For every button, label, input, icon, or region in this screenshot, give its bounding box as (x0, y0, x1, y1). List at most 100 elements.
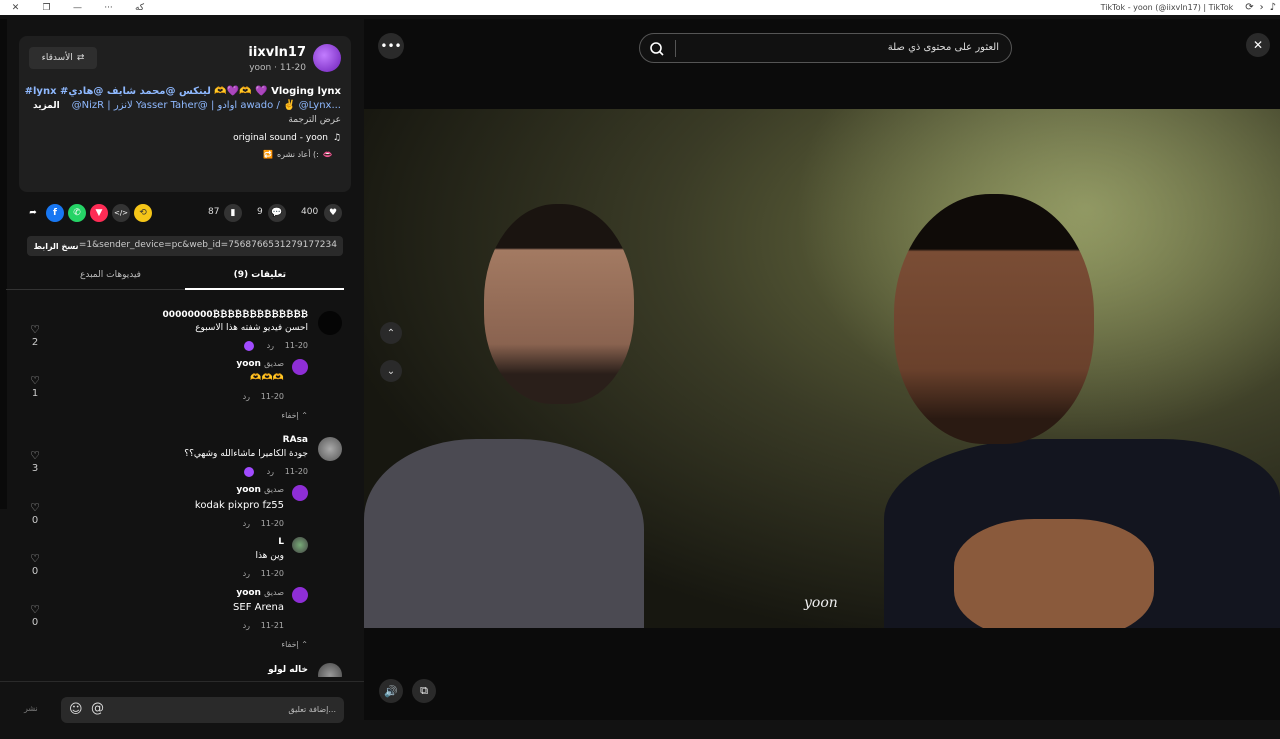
comment-icon[interactable]: 💬 (268, 204, 286, 222)
avatar[interactable] (292, 359, 308, 375)
close-window-icon[interactable]: ✕ (0, 0, 31, 15)
reload-icon[interactable]: ⟳ (1245, 2, 1253, 13)
reply-link[interactable]: رد (243, 392, 250, 401)
music-note-icon: ♫ (332, 133, 341, 143)
reply-link[interactable]: رد (243, 519, 250, 528)
bookmark-icon[interactable]: ▮ (224, 204, 242, 222)
reply-author[interactable]: yoon صديق (236, 359, 284, 369)
like-button[interactable]: ♡ 0 (28, 603, 42, 628)
copy-link-button[interactable]: نسخ الرابط (27, 236, 85, 256)
post-button[interactable]: نشر (24, 704, 38, 713)
heart-outline-icon: ♡ (30, 552, 40, 565)
reposted-text: أعاد نشره (: (276, 150, 319, 159)
restore-window-icon[interactable]: ❐ (31, 0, 62, 15)
whatsapp-share-icon[interactable]: ✆ (68, 204, 86, 222)
chevron-down-icon[interactable]: ⌄ (380, 360, 402, 382)
emoji-icon[interactable]: ☺ (69, 702, 83, 717)
heart-icon[interactable]: ♥ (324, 204, 342, 222)
reply-author-name: yoon (236, 359, 261, 369)
video-player[interactable]: yoon (364, 109, 1280, 628)
avatar[interactable] (292, 537, 308, 553)
sound-name: original sound - yoon (233, 133, 328, 143)
telegram-share-icon[interactable]: ▼ (90, 204, 108, 222)
username[interactable]: iixvln17 (248, 45, 306, 60)
reply-author-name: yoon (236, 485, 261, 495)
repost-share-icon[interactable]: ⟲ (134, 204, 152, 222)
chevron-up-icon: ⌃ (301, 411, 308, 420)
avatar[interactable] (318, 663, 342, 677)
volume-icon[interactable]: 🔊 (379, 679, 403, 703)
like-button[interactable]: ♡ 0 (28, 552, 42, 577)
facebook-share-icon[interactable]: f (46, 204, 64, 222)
emoji-hearts: 🫶💜🫶 💜 (214, 86, 268, 97)
comment-placeholder: إضافة تعليق... (288, 705, 336, 714)
comment-author[interactable]: 00000000₿₿₿₿₿₿₿₿₿₿₿₿₿ (163, 309, 308, 320)
picture-in-picture-icon[interactable]: ⧉ (412, 679, 436, 703)
forward-icon[interactable]: › (1260, 2, 1264, 13)
chevron-up-icon[interactable]: ⌃ (380, 322, 402, 344)
like-button[interactable]: ♡ 0 (28, 501, 42, 526)
embed-icon[interactable]: </> (112, 204, 130, 222)
repost-icon: 🔁 (263, 150, 273, 159)
share-icon[interactable]: ➦ (24, 204, 42, 222)
video-viewer: ••• العثور على محتوى ذي صلة ✕ yoon ⌃ ⌄ 🔊… (364, 19, 1280, 720)
search-input[interactable]: العثور على محتوى ذي صلة (888, 42, 999, 53)
comment-date: 11-20 (260, 519, 284, 528)
friends-button[interactable]: الأسدقاء ⇄ (29, 47, 97, 69)
tab-creator-videos[interactable]: فيديوهات المبدع (80, 270, 141, 280)
tiktok-logo-icon: ♪ (1269, 2, 1276, 13)
hide-label: إخفاء (281, 411, 299, 420)
like-count: 0 (31, 515, 39, 526)
like-button[interactable]: ♡ 2 (28, 323, 42, 348)
reply-link[interactable]: رد (267, 341, 274, 350)
mention-icon[interactable]: @ (91, 701, 104, 716)
reply-link[interactable]: رد (243, 569, 250, 578)
translate-link[interactable]: عرض الترجمة (288, 115, 341, 125)
avatar[interactable] (292, 485, 308, 501)
like-count: 0 (31, 566, 39, 577)
post-description-line2[interactable]: @NizR | لانزر Yasser Taher@ | اوادو awad… (72, 100, 341, 111)
reply-author[interactable]: yoon صديق (236, 485, 284, 495)
more-link[interactable]: المزيد (33, 101, 60, 111)
post-info-card: iixvln17 yoon · 11-20 الأسدقاء ⇄ #lynx #… (19, 36, 351, 192)
comment-input[interactable]: إضافة تعليق... ☺ @ (61, 697, 344, 723)
comment-author[interactable]: L (278, 537, 284, 547)
person-left-body (364, 439, 644, 628)
like-count: 3 (31, 463, 39, 474)
comments-list[interactable]: 00000000₿₿₿₿₿₿₿₿₿₿₿₿₿ احسن فيديو شفته هذ… (0, 301, 364, 677)
reply-link[interactable]: رد (243, 621, 250, 630)
creator-liked-avatar (244, 467, 254, 477)
sound-link[interactable]: original sound - yoon ♫ (233, 133, 341, 143)
action-row: ➦ f ✆ ▼ </> ⟲ 87 ▮ 9 💬 400 ♥ (24, 202, 344, 224)
tab-comments[interactable]: (9) تعليقات (234, 270, 286, 280)
reply-author[interactable]: yoon صديق (236, 588, 284, 598)
hide-replies-link[interactable]: إخفاء ⌃ (281, 411, 308, 420)
description-prefix: Vloging lynx (271, 86, 341, 97)
friend-badge: صديق (264, 359, 284, 368)
hide-replies-link[interactable]: إخفاء ⌃ (281, 640, 308, 649)
avatar[interactable] (318, 437, 342, 461)
comment-author[interactable]: خاله لولو (268, 665, 308, 675)
close-icon[interactable]: ✕ (1246, 33, 1270, 57)
link-bar: ...=1&sender_device=pc&web_id=7568766531… (27, 236, 343, 256)
minimize-window-icon[interactable]: — (62, 0, 93, 15)
post-sidebar: iixvln17 yoon · 11-20 الأسدقاء ⇄ #lynx #… (0, 19, 364, 739)
avatar[interactable] (318, 311, 342, 335)
search-icon[interactable] (648, 40, 666, 58)
reply-link[interactable]: رد (267, 467, 274, 476)
tabs: (9) تعليقات فيديوهات المبدع (6, 266, 344, 290)
hand (954, 519, 1154, 628)
like-button[interactable]: ♡ 1 (28, 374, 42, 399)
hashtags[interactable]: #lynx #لينكس @محمد شايف @هادي (25, 86, 211, 97)
comment-author[interactable]: RAsa (283, 435, 308, 445)
avatar[interactable] (313, 44, 341, 72)
reposted-indicator: 🔁 أعاد نشره (: 👄 (263, 150, 333, 159)
comment-text: جودة الكاميرا ماشاءالله وشهي؟؟ (184, 449, 308, 459)
avatar[interactable] (292, 587, 308, 603)
more-options-icon[interactable]: ••• (378, 33, 404, 59)
ellipsis-menu-icon[interactable]: ··· (93, 0, 124, 15)
video-watermark: yoon (804, 595, 838, 611)
related-search-bar[interactable]: العثور على محتوى ذي صلة (639, 33, 1012, 63)
like-button[interactable]: ♡ 3 (28, 449, 42, 474)
post-subline: yoon · 11-20 (249, 63, 306, 73)
